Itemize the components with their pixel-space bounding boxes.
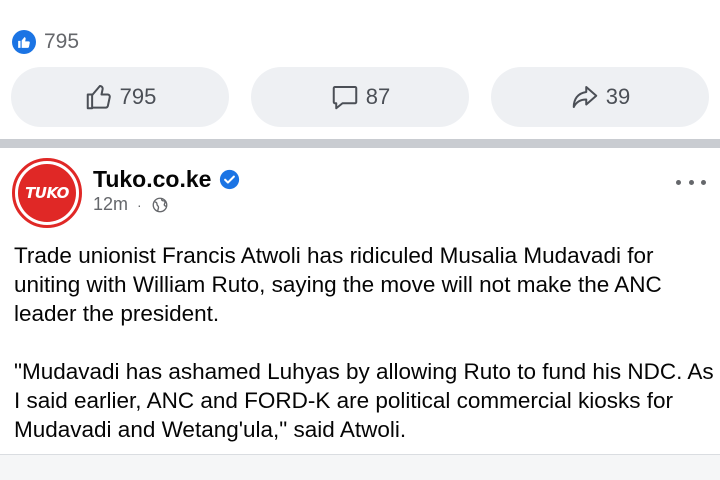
feed-separator <box>0 139 720 148</box>
thumbs-up-outline-icon <box>86 85 111 110</box>
bottom-area <box>0 455 720 480</box>
post-header: TUKO Tuko.co.ke 12m · <box>0 148 720 228</box>
like-count: 795 <box>119 84 157 109</box>
page-name-link[interactable]: Tuko.co.ke <box>93 166 211 193</box>
reaction-summary[interactable]: 795 <box>12 29 79 55</box>
post-body: Trade unionist Francis Atwoli has ridicu… <box>14 241 714 444</box>
more-dot-icon <box>688 179 694 185</box>
more-dot-icon <box>676 179 681 185</box>
like-button[interactable]: 795 <box>11 67 229 127</box>
comment-button[interactable]: 87 <box>251 67 469 127</box>
more-dot-icon <box>701 179 706 185</box>
thumbs-up-icon <box>12 30 36 54</box>
page-name-row: Tuko.co.ke <box>93 166 240 193</box>
post-timestamp[interactable]: 12m <box>93 194 128 215</box>
comment-count: 87 <box>365 84 391 109</box>
avatar[interactable]: TUKO <box>12 158 82 228</box>
post-meta: 12m · <box>93 194 169 215</box>
meta-separator: · <box>137 196 142 213</box>
share-button[interactable]: 39 <box>491 67 709 127</box>
reaction-count: 795 <box>44 30 80 53</box>
action-bar: 795 87 39 <box>11 67 709 127</box>
globe-icon <box>152 197 168 212</box>
post-paragraph: "Mudavadi has ashamed Luhyas by allowing… <box>14 359 714 442</box>
comment-icon <box>332 86 357 110</box>
share-count: 39 <box>605 84 631 109</box>
post-paragraph: Trade unionist Francis Atwoli has ridicu… <box>14 243 662 326</box>
tuko-logo: TUKO <box>18 164 76 222</box>
share-icon <box>572 86 597 108</box>
avatar-logo-text: TUKO <box>25 184 69 202</box>
verified-badge-icon <box>220 169 240 190</box>
more-options-button[interactable] <box>676 174 706 190</box>
